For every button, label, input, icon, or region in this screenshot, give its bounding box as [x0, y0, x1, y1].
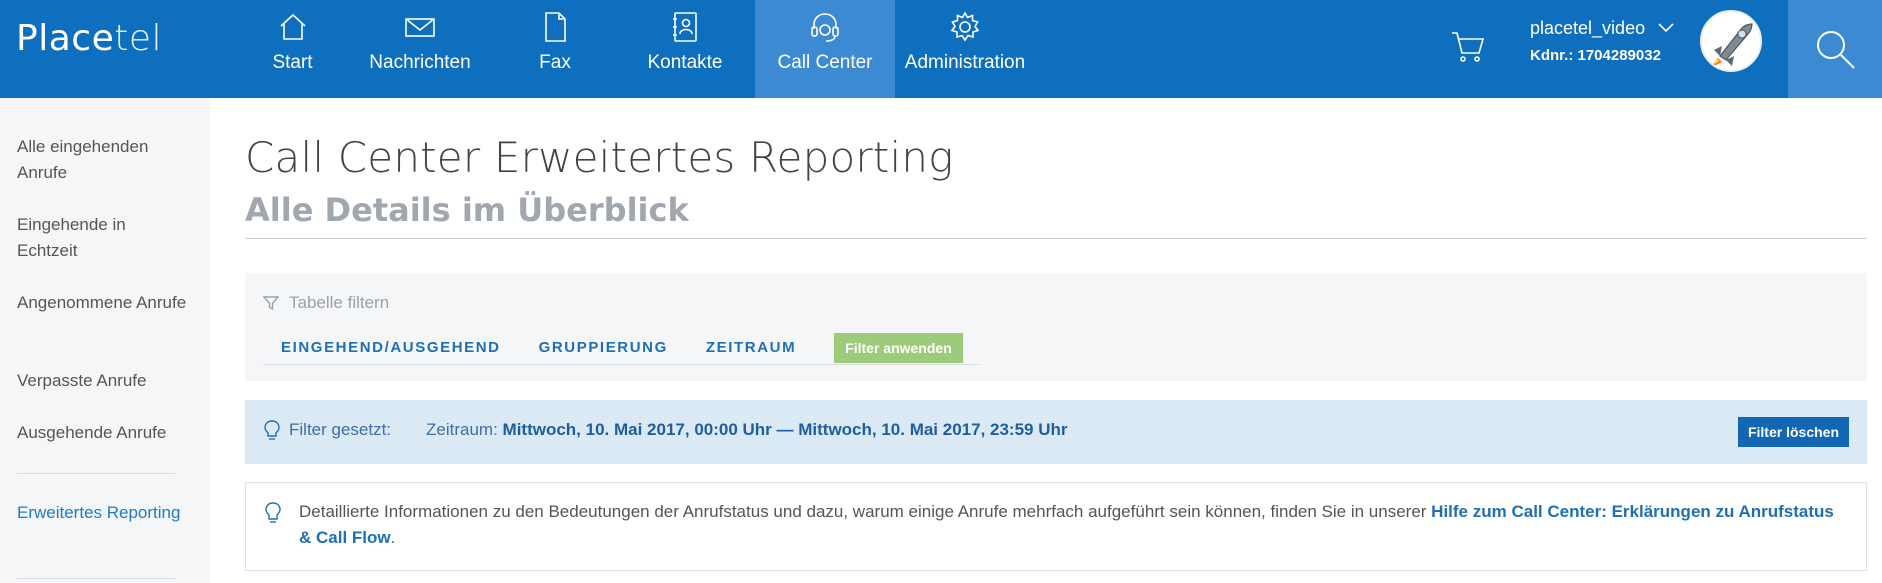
sidebar-item-angenommene-anrufe[interactable]: Angenommene Anrufe [17, 290, 187, 316]
headset-icon [811, 13, 839, 42]
filter-panel: Tabelle filtern EINGEHEND/AUSGEHEND GRUP… [245, 273, 1867, 381]
apply-filter-button[interactable]: Filter anwenden [834, 332, 963, 363]
sidebar-item-ausgehende-anrufe[interactable]: Ausgehende Anrufe [17, 420, 187, 446]
house-icon [279, 13, 306, 40]
nav-call-center-label: Call Center [777, 52, 873, 73]
page-subtitle: Alle Details im Überblick [245, 191, 689, 229]
funnel-icon [263, 296, 279, 311]
tab-gruppierung[interactable]: GRUPPIERUNG [539, 339, 668, 356]
sidebar: Alle eingehenden Anrufe Eingehende in Ec… [0, 98, 210, 583]
title-divider [245, 238, 1867, 239]
info-text: Detaillierte Informationen zu den Bedeut… [299, 499, 1844, 551]
cart-icon [1452, 32, 1485, 62]
nav-fax-label: Fax [539, 52, 571, 73]
search-icon [1817, 31, 1855, 69]
main-nav: Start Nachrichten Fax Kontakte Call Cent… [240, 0, 1035, 98]
info-suffix: . [390, 528, 396, 547]
nav-kontakte-label: Kontakte [647, 52, 723, 73]
shopping-cart[interactable] [1448, 26, 1488, 66]
sidebar-divider [17, 578, 175, 579]
info-box: Detaillierte Informationen zu den Bedeut… [245, 482, 1867, 571]
filter-heading[interactable]: Tabelle filtern [263, 293, 389, 313]
avatar[interactable] [1700, 10, 1762, 72]
nav-administration-label: Administration [904, 52, 1026, 73]
active-filter-bar: Filter gesetzt: Zeitraum: Mittwoch, 10. … [245, 400, 1867, 464]
chevron-down-icon[interactable] [1657, 18, 1675, 39]
filter-tabs: EINGEHEND/AUSGEHEND GRUPPIERUNG ZEITRAUM… [263, 331, 981, 365]
filter-heading-label: Tabelle filtern [289, 293, 390, 312]
sidebar-divider [17, 473, 175, 474]
info-body: Detaillierte Informationen zu den Bedeut… [299, 502, 1432, 521]
placetel-logo[interactable]: Place tel [16, 18, 162, 68]
sidebar-item-alle-eingehenden-anrufe[interactable]: Alle eingehenden Anrufe [17, 134, 187, 186]
nav-nachrichten-label: Nachrichten [369, 52, 471, 73]
account-menu[interactable]: placetel_video Kdnr.: 1704289032 [1530, 18, 1675, 64]
rocket-icon [1703, 13, 1760, 70]
active-filter-label: Filter gesetzt: [289, 420, 392, 439]
active-filter-value: Zeitraum: Mittwoch, 10. Mai 2017, 00:00 … [426, 420, 1068, 440]
search-button[interactable] [1788, 0, 1882, 98]
top-navigation-bar: Place tel Start Nachrichten Fax Kontakte … [0, 0, 1882, 98]
active-filter-prefix: Zeitraum: [426, 420, 498, 439]
sidebar-item-erweitertes-reporting[interactable]: Erweitertes Reporting [17, 500, 187, 526]
nav-fax[interactable]: Fax [495, 0, 615, 98]
page-title: Call Center Erweitertes Reporting [245, 133, 954, 182]
nav-start[interactable]: Start [240, 0, 345, 98]
tab-zeitraum[interactable]: ZEITRAUM [706, 339, 796, 356]
nav-call-center[interactable]: Call Center [755, 0, 895, 98]
nav-administration[interactable]: Administration [895, 0, 1035, 98]
document-icon [545, 12, 566, 42]
lightbulb-icon [264, 501, 282, 530]
nav-start-label: Start [272, 52, 313, 73]
sidebar-item-verpasste-anrufe[interactable]: Verpasste Anrufe [17, 368, 187, 394]
contacts-book-icon [673, 12, 697, 42]
lightbulb-icon [263, 419, 281, 446]
clear-filter-button[interactable]: Filter löschen [1737, 417, 1849, 447]
gear-icon [950, 11, 980, 42]
account-name: placetel_video [1530, 18, 1646, 38]
logo-text-bold: Place [16, 18, 115, 59]
nav-kontakte[interactable]: Kontakte [615, 0, 755, 98]
customer-number: Kdnr.: 1704289032 [1530, 47, 1661, 64]
logo-text-thin: tel [114, 18, 162, 59]
account-name-row: placetel_video [1530, 18, 1675, 39]
sidebar-item-eingehende-in-echtzeit[interactable]: Eingehende in Echtzeit [17, 212, 187, 264]
nav-nachrichten[interactable]: Nachrichten [345, 0, 495, 98]
envelope-icon [405, 18, 435, 37]
tab-eingehend-ausgehend[interactable]: EINGEHEND/AUSGEHEND [281, 339, 501, 356]
active-filter-range: Mittwoch, 10. Mai 2017, 00:00 Uhr — Mitt… [502, 420, 1068, 439]
